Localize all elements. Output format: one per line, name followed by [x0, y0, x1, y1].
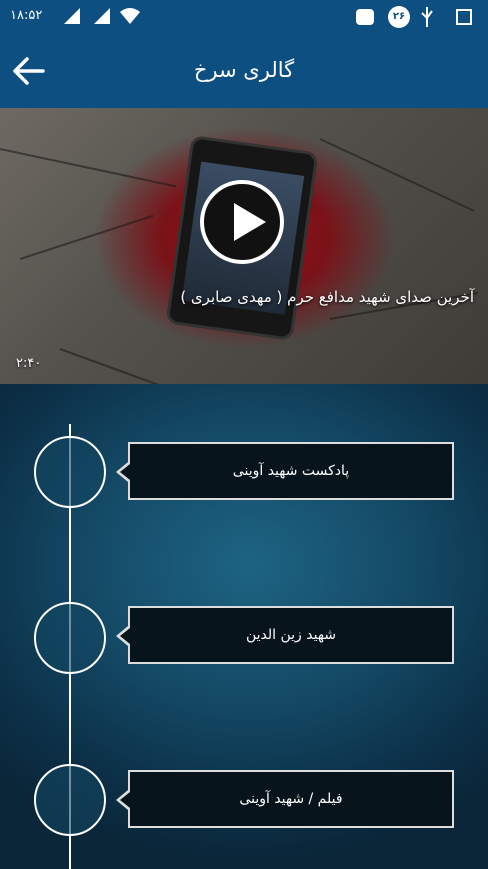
timeline-item[interactable]: فیلم / شهید آوینی [116, 770, 454, 828]
status-bar: ۱۸:۵۲ ۲۶ [0, 0, 488, 34]
timeline-item-label: پادکست شهید آوینی [232, 463, 350, 479]
wifi-icon [120, 8, 140, 24]
timeline-item[interactable]: شهید زین الدین [116, 606, 454, 664]
ground-crack [319, 138, 475, 212]
video-duration: ۲:۴۰ [16, 356, 42, 371]
timeline: پادکست شهید آوینی شهید زین الدین فیلم / … [0, 384, 488, 869]
status-time: ۱۸:۵۲ [10, 8, 43, 23]
ground-crack [0, 148, 177, 188]
signal-icon [94, 8, 110, 24]
signal-icon [64, 8, 80, 24]
video-title: آخرین صدای شهید مدافع حرم ( مهدی صابری ) [180, 288, 474, 306]
timeline-node [34, 602, 106, 674]
page-title: گالری سرخ [193, 58, 295, 82]
image-icon [456, 9, 472, 25]
play-button[interactable] [200, 180, 284, 264]
app-bar: گالری سرخ [0, 34, 488, 108]
usb-icon [421, 7, 433, 27]
ground-crack [19, 214, 154, 260]
timeline-node [34, 436, 106, 508]
android-icon [356, 9, 374, 25]
video-player[interactable]: آخرین صدای شهید مدافع حرم ( مهدی صابری )… [0, 108, 488, 384]
timeline-item-label: شهید زین الدین [245, 627, 337, 643]
ground-crack [59, 348, 174, 384]
notification-badge: ۲۶ [388, 6, 410, 28]
timeline-item[interactable]: پادکست شهید آوینی [116, 442, 454, 500]
timeline-node [34, 764, 106, 836]
timeline-item-label: فیلم / شهید آوینی [239, 791, 343, 807]
